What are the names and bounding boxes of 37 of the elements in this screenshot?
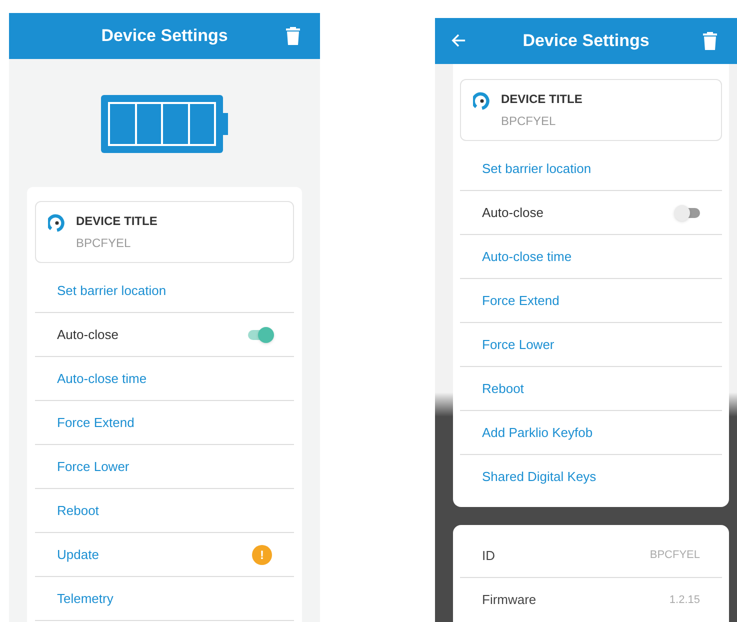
device-logo-icon (473, 92, 491, 110)
auto-close-switch[interactable] (676, 204, 700, 220)
menu-link[interactable]: Force Lower (57, 456, 130, 476)
menu-link[interactable]: Force Extend (57, 412, 134, 432)
device-id: BPCFYEL (76, 235, 132, 252)
device-card[interactable]: DEVICE TITLE BPCFYEL (35, 201, 294, 263)
device-card[interactable]: DEVICE TITLE BPCFYEL (460, 79, 722, 141)
auto-close-switch[interactable] (248, 326, 272, 342)
device-id: BPCFYEL (501, 113, 557, 130)
menu-link[interactable]: Set barrier location (57, 280, 166, 300)
info-value: 1.2.15 (669, 592, 700, 608)
device-logo-icon (48, 214, 66, 232)
menu-link[interactable]: Reboot (57, 500, 99, 520)
info-label: Firmware (482, 591, 536, 610)
menu-link[interactable]: Shared Digital Keys (482, 467, 596, 487)
setting-label: Auto-close (482, 204, 544, 222)
menu-link[interactable]: Update (57, 544, 99, 564)
menu-link[interactable]: Set barrier location (482, 158, 592, 178)
device-title: DEVICE TITLE (76, 213, 158, 230)
delete-button[interactable] (286, 27, 300, 45)
menu-link[interactable]: Force Lower (482, 334, 554, 354)
battery-icon (101, 95, 228, 153)
setting-label: Auto-close (57, 326, 118, 344)
device-title: DEVICE TITLE (501, 91, 582, 108)
menu-link[interactable]: Auto-close time (482, 246, 572, 266)
delete-button[interactable] (703, 32, 717, 50)
back-button[interactable] (451, 33, 466, 48)
screen-title: Device Settings (100, 25, 229, 48)
menu-link[interactable]: Reboot (482, 378, 524, 398)
menu-link[interactable]: Telemetry (57, 588, 114, 608)
info-label: ID (482, 546, 495, 565)
menu-link[interactable]: Force Extend (482, 290, 560, 310)
info-value: BPCFYEL (650, 548, 700, 564)
menu-link[interactable]: Add Parklio Keyfob (482, 422, 593, 442)
menu-link[interactable]: Auto-close time (57, 368, 147, 388)
screen-title: Device Settings (522, 30, 650, 52)
warning-badge: ! (252, 544, 272, 564)
